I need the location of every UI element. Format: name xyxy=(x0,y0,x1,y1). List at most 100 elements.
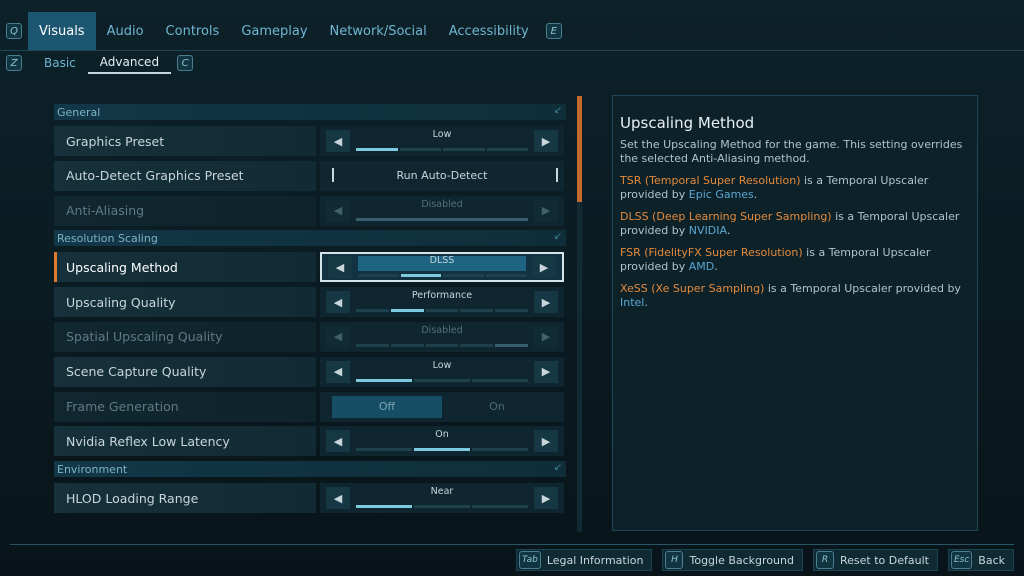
footer-actions: Tab Legal Information H Toggle Background … xyxy=(516,548,1014,572)
setting-label: Auto-Detect Graphics Preset xyxy=(54,160,316,191)
chevron-left-icon[interactable]: ◀ xyxy=(326,130,350,152)
chevron-right-icon: ▶ xyxy=(534,325,558,348)
chevron-left-icon[interactable]: ◀ xyxy=(326,430,350,453)
next-tab-key[interactable]: E xyxy=(545,23,562,39)
entry-tsr: TSR (Temporal Super Resolution) is a Tem… xyxy=(620,174,969,202)
setting-upscaling-quality[interactable]: Upscaling Quality ◀ Performance ▶ xyxy=(54,287,566,318)
setting-hlod-loading-range[interactable]: HLOD Loading Range ◀ Near ▶ xyxy=(54,483,566,514)
setting-anti-aliasing: Anti-Aliasing ◀ Disabled ▶ xyxy=(54,195,566,226)
entry-name: XeSS (Xe Super Sampling) xyxy=(620,282,765,295)
entry-text: is a Temporal Upscaler provided by xyxy=(764,282,961,295)
toggle-background-button[interactable]: H Toggle Background xyxy=(662,549,803,571)
section-title: General xyxy=(57,105,101,119)
setting-label: Graphics Preset xyxy=(54,126,316,156)
description-panel: Upscaling Method Set the Upscaling Metho… xyxy=(612,95,978,531)
chevron-left-icon: ◀ xyxy=(326,325,350,348)
scene-capture-selector[interactable]: ◀ Low ▶ xyxy=(320,356,564,387)
frame-generation-toggle: Off On xyxy=(320,391,564,422)
tab-accessibility[interactable]: Accessibility xyxy=(438,12,540,50)
footer-divider xyxy=(10,544,1014,545)
setting-label: Frame Generation xyxy=(54,391,316,422)
setting-nvidia-reflex[interactable]: Nvidia Reflex Low Latency ◀ On ▶ xyxy=(54,426,566,457)
level-indicator xyxy=(358,274,526,278)
chevron-right-icon[interactable]: ▶ xyxy=(534,291,558,314)
chevron-right-icon: ▶ xyxy=(534,199,558,222)
nav-divider xyxy=(0,50,1024,51)
scrollbar-thumb[interactable] xyxy=(577,96,582,202)
chevron-right-icon[interactable]: ▶ xyxy=(534,430,558,453)
chevron-left-icon: ◀ xyxy=(326,199,350,222)
entry-fsr: FSR (FidelityFX Super Resolution) is a T… xyxy=(620,246,969,274)
chevron-right-icon[interactable]: ▶ xyxy=(534,360,558,383)
subtab-basic[interactable]: Basic xyxy=(32,52,88,74)
entry-name: FSR (FidelityFX Super Resolution) xyxy=(620,246,803,259)
entry-end: . xyxy=(644,296,648,309)
nvidia-reflex-selector[interactable]: ◀ On ▶ xyxy=(320,426,564,457)
button-label: Legal Information xyxy=(546,553,644,567)
setting-frame-generation: Frame Generation Off On xyxy=(54,391,566,422)
tab-visuals[interactable]: Visuals xyxy=(28,12,96,50)
setting-value: Low xyxy=(432,359,452,371)
level-indicator xyxy=(356,148,528,151)
corner-arrow-icon: ↙ xyxy=(553,462,562,474)
chevron-left-icon[interactable]: ◀ xyxy=(326,360,350,383)
entry-dlss: DLSS (Deep Learning Super Sampling) is a… xyxy=(620,210,969,238)
toggle-on: On xyxy=(489,400,505,414)
graphics-preset-selector[interactable]: ◀ Low ▶ xyxy=(320,126,564,156)
sub-nav: Z Basic Advanced C xyxy=(0,52,1024,74)
setting-graphics-preset[interactable]: Graphics Preset ◀ Low ▶ xyxy=(54,126,566,156)
chevron-right-icon[interactable]: ▶ xyxy=(534,487,558,510)
setting-auto-detect[interactable]: Auto-Detect Graphics Preset Run Auto-Det… xyxy=(54,160,566,191)
setting-spatial-upscaling-quality: Spatial Upscaling Quality ◀ Disabled ▶ xyxy=(54,321,566,352)
entry-vendor: NVIDIA xyxy=(688,224,727,237)
setting-value: Disabled xyxy=(421,324,463,336)
entry-end: . xyxy=(726,224,731,237)
tab-audio[interactable]: Audio xyxy=(96,12,155,50)
subtab-advanced[interactable]: Advanced xyxy=(87,52,172,74)
hlod-range-selector[interactable]: ◀ Near ▶ xyxy=(320,483,564,514)
tab-controls[interactable]: Controls xyxy=(155,12,231,50)
setting-label: Spatial Upscaling Quality xyxy=(54,321,316,352)
setting-label: Upscaling Method xyxy=(54,252,316,283)
button-edge xyxy=(556,167,558,182)
setting-upscaling-method[interactable]: Upscaling Method ◀ DLSS ▶ xyxy=(54,252,566,283)
tab-network-social[interactable]: Network/Social xyxy=(319,12,438,50)
key-hint: Tab xyxy=(519,551,541,569)
chevron-left-icon[interactable]: ◀ xyxy=(326,487,350,510)
setting-value: On xyxy=(435,429,449,441)
setting-label: HLOD Loading Range xyxy=(54,483,316,514)
back-button[interactable]: Esc Back xyxy=(947,549,1014,571)
section-header-resolution-scaling: Resolution Scaling ↙ xyxy=(54,230,566,247)
button-edge xyxy=(332,167,334,182)
section-title: Environment xyxy=(57,462,128,476)
prev-subtab-key[interactable]: Z xyxy=(6,55,22,71)
setting-value: Low xyxy=(432,129,452,140)
chevron-left-icon[interactable]: ◀ xyxy=(326,291,350,314)
panel-description: Set the Upscaling Method for the game. T… xyxy=(620,138,963,165)
tab-gameplay[interactable]: Gameplay xyxy=(230,12,318,50)
entry-vendor: AMD xyxy=(688,260,715,273)
chevron-right-icon[interactable]: ▶ xyxy=(534,130,558,152)
upscaling-method-selector[interactable]: ◀ DLSS ▶ xyxy=(320,252,564,283)
settings-list: General ↙ Graphics Preset ◀ Low ▶ Auto-D… xyxy=(54,104,566,532)
corner-arrow-icon: ↙ xyxy=(553,231,562,243)
upscaling-quality-selector[interactable]: ◀ Performance ▶ xyxy=(320,287,564,318)
toggle-off: Off xyxy=(332,395,442,418)
prev-tab-key[interactable]: Q xyxy=(6,23,22,39)
key-hint: R xyxy=(815,551,834,569)
setting-label: Scene Capture Quality xyxy=(54,356,316,387)
panel-title: Upscaling Method xyxy=(620,114,755,132)
setting-scene-capture-quality[interactable]: Scene Capture Quality ◀ Low ▶ xyxy=(54,356,566,387)
run-auto-detect-button[interactable]: Run Auto-Detect xyxy=(320,160,564,191)
legal-information-button[interactable]: Tab Legal Information xyxy=(516,549,653,571)
button-label: Reset to Default xyxy=(839,553,929,567)
key-hint: H xyxy=(665,551,684,569)
chevron-right-icon[interactable]: ▶ xyxy=(532,256,556,279)
chevron-left-icon[interactable]: ◀ xyxy=(328,256,352,279)
level-indicator xyxy=(356,309,528,313)
anti-aliasing-selector: ◀ Disabled ▶ xyxy=(320,195,564,226)
setting-value: Performance xyxy=(411,290,473,302)
next-subtab-key[interactable]: C xyxy=(177,55,194,71)
reset-to-default-button[interactable]: R Reset to Default xyxy=(812,549,938,571)
section-header-general: General ↙ xyxy=(54,104,566,120)
